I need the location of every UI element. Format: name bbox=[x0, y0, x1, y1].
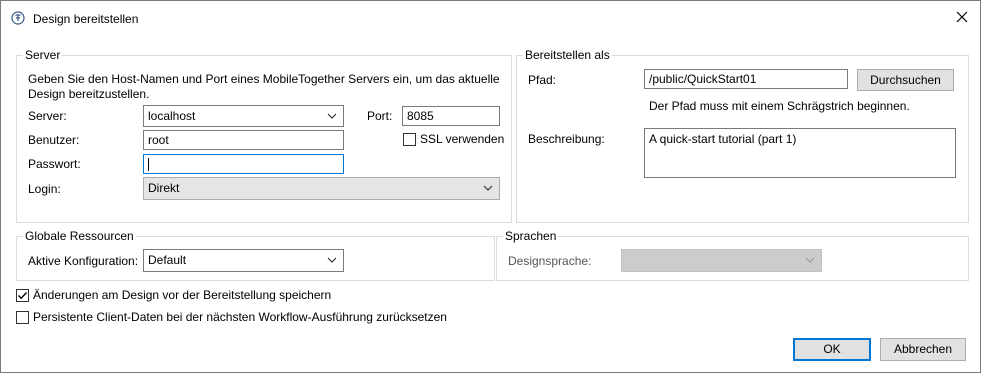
deploy-group-label: Bereitstellen als bbox=[523, 48, 612, 62]
password-label: Passwort: bbox=[28, 157, 81, 171]
browse-button[interactable]: Durchsuchen bbox=[857, 69, 954, 91]
chevron-down-icon bbox=[483, 185, 493, 191]
active-config-label: Aktive Konfiguration: bbox=[28, 254, 139, 268]
app-icon bbox=[11, 11, 25, 25]
cancel-button[interactable]: Abbrechen bbox=[880, 338, 966, 361]
user-label: Benutzer: bbox=[28, 133, 80, 147]
user-input[interactable]: root bbox=[143, 130, 344, 150]
port-label: Port: bbox=[367, 109, 393, 123]
checkmark-icon bbox=[18, 292, 28, 300]
design-language-label: Designsprache: bbox=[508, 254, 592, 268]
title-bar: Design bereitstellen bbox=[1, 1, 980, 35]
active-config-combobox[interactable]: Default bbox=[143, 249, 344, 272]
server-group-label: Server bbox=[23, 48, 63, 62]
login-value: Direkt bbox=[148, 181, 180, 195]
ok-button[interactable]: OK bbox=[793, 338, 871, 361]
reset-client-checkbox[interactable] bbox=[16, 311, 29, 324]
global-resources-label: Globale Ressourcen bbox=[23, 229, 136, 243]
languages-label: Sprachen bbox=[503, 229, 559, 243]
server-value: localhost bbox=[148, 109, 196, 123]
path-hint: Der Pfad muss mit einem Schrägstrich beg… bbox=[649, 99, 910, 113]
password-input[interactable] bbox=[143, 154, 344, 174]
description-label: Beschreibung: bbox=[528, 132, 605, 146]
server-description-line2: Design bereitzustellen. bbox=[28, 87, 150, 101]
reset-client-label: Persistente Client-Daten bei der nächste… bbox=[33, 310, 447, 324]
path-input[interactable]: /public/QuickStart01 bbox=[644, 69, 848, 89]
ssl-checkbox[interactable] bbox=[403, 133, 416, 146]
close-icon[interactable] bbox=[954, 9, 970, 25]
server-label: Server: bbox=[28, 109, 67, 123]
design-language-combobox[interactable] bbox=[621, 249, 822, 272]
save-changes-label: Änderungen am Design vor der Bereitstell… bbox=[33, 288, 332, 302]
path-label: Pfad: bbox=[528, 73, 557, 87]
server-description-line1: Geben Sie den Host-Namen und Port eines … bbox=[28, 72, 500, 86]
dialog-title: Design bereitstellen bbox=[33, 12, 139, 26]
deploy-dialog: Design bereitstellen Server Geben Sie de… bbox=[0, 0, 981, 373]
server-combobox[interactable]: localhost bbox=[143, 105, 344, 127]
text-caret bbox=[148, 158, 149, 172]
active-config-value: Default bbox=[148, 253, 187, 267]
login-label: Login: bbox=[28, 182, 61, 196]
port-input[interactable]: 8085 bbox=[402, 106, 500, 126]
chevron-down-icon bbox=[327, 257, 337, 263]
description-textarea[interactable]: A quick-start tutorial (part 1) bbox=[644, 128, 956, 178]
save-changes-checkbox[interactable] bbox=[16, 289, 29, 302]
chevron-down-icon bbox=[805, 257, 815, 263]
login-combobox[interactable]: Direkt bbox=[143, 177, 500, 200]
chevron-down-icon bbox=[327, 113, 337, 119]
ssl-label: SSL verwenden bbox=[420, 132, 505, 146]
